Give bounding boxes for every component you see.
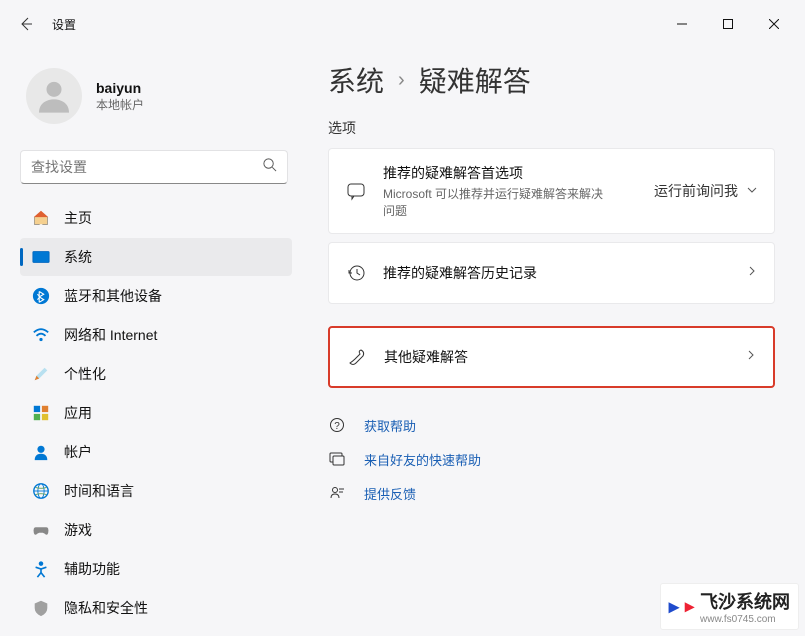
card-title: 推荐的疑难解答历史记录 xyxy=(383,263,730,283)
arrow-left-icon xyxy=(18,16,34,32)
search-box[interactable] xyxy=(20,150,288,184)
profile-subtitle: 本地帐户 xyxy=(96,96,144,113)
nav-label: 应用 xyxy=(64,403,92,423)
accessibility-icon xyxy=(32,560,50,578)
svg-text:?: ? xyxy=(334,421,340,432)
nav-system[interactable]: 系统 xyxy=(20,238,292,276)
shield-icon xyxy=(32,599,50,617)
bolt-icon-2: ▸ xyxy=(685,596,694,617)
brush-icon xyxy=(32,365,50,383)
nav-gaming[interactable]: 游戏 xyxy=(20,511,292,549)
card-title: 其他疑难解答 xyxy=(384,347,729,367)
feedback-icon xyxy=(328,484,346,502)
profile-text: baiyun 本地帐户 xyxy=(96,80,144,113)
nav-label: 网络和 Internet xyxy=(64,325,157,345)
nav-accounts[interactable]: 帐户 xyxy=(20,433,292,471)
card-desc: Microsoft 可以推荐并运行疑难解答来解决问题 xyxy=(383,185,613,219)
card-other-troubleshoot[interactable]: 其他疑难解答 xyxy=(328,326,775,388)
nav-label: 隐私和安全性 xyxy=(64,598,148,618)
help-icon: ? xyxy=(328,416,346,434)
wifi-icon xyxy=(32,326,50,344)
bolt-icon: ▸ xyxy=(669,594,679,619)
nav-label: 系统 xyxy=(64,247,92,267)
nav-label: 帐户 xyxy=(64,442,92,462)
sidebar: baiyun 本地帐户 主页 系统 蓝牙和其他设备 网络和 In xyxy=(0,48,308,636)
person-icon xyxy=(34,76,74,116)
minimize-icon xyxy=(677,19,687,29)
nav-home[interactable]: 主页 xyxy=(20,199,292,237)
close-button[interactable] xyxy=(751,8,797,40)
back-button[interactable] xyxy=(8,6,44,42)
search-input[interactable] xyxy=(31,159,262,175)
avatar xyxy=(26,68,82,124)
profile-name: baiyun xyxy=(96,80,144,96)
nav-bluetooth[interactable]: 蓝牙和其他设备 xyxy=(20,277,292,315)
nav-accessibility[interactable]: 辅助功能 xyxy=(20,550,292,588)
nav-privacy[interactable]: 隐私和安全性 xyxy=(20,589,292,627)
watermark: ▸ ▸ 飞沙系统网 www.fs0745.com xyxy=(660,583,799,630)
main-content: 系统 › 疑难解答 选项 推荐的疑难解答首选项 Microsoft 可以推荐并运… xyxy=(308,48,805,636)
close-icon xyxy=(769,19,779,29)
card-title: 推荐的疑难解答首选项 xyxy=(383,163,638,183)
minimize-button[interactable] xyxy=(659,8,705,40)
link-text: 来自好友的快速帮助 xyxy=(364,450,481,469)
system-icon xyxy=(32,248,50,266)
card-dropdown[interactable]: 运行前询问我 xyxy=(654,181,758,201)
screen-share-icon xyxy=(328,450,346,468)
apps-icon xyxy=(32,404,50,422)
dropdown-value: 运行前询问我 xyxy=(654,181,738,201)
wrench-icon xyxy=(346,346,368,368)
globe-icon xyxy=(32,482,50,500)
link-text: 获取帮助 xyxy=(364,416,416,435)
nav-label: 蓝牙和其他设备 xyxy=(64,286,162,306)
watermark-name: 飞沙系统网 xyxy=(700,592,790,612)
maximize-icon xyxy=(723,19,733,29)
link-quick-assist[interactable]: 来自好友的快速帮助 xyxy=(328,442,775,476)
search-icon xyxy=(262,157,277,177)
breadcrumb-parent[interactable]: 系统 xyxy=(328,60,384,100)
chevron-right-icon: › xyxy=(398,69,405,92)
nav-apps[interactable]: 应用 xyxy=(20,394,292,432)
maximize-button[interactable] xyxy=(705,8,751,40)
nav-label: 辅助功能 xyxy=(64,559,120,579)
chevron-right-icon xyxy=(745,348,757,366)
titlebar: 设置 xyxy=(0,0,805,48)
window-controls xyxy=(659,8,797,40)
link-get-help[interactable]: ? 获取帮助 xyxy=(328,408,775,442)
bluetooth-icon xyxy=(32,287,50,305)
link-feedback[interactable]: 提供反馈 xyxy=(328,476,775,510)
help-links: ? 获取帮助 来自好友的快速帮助 提供反馈 xyxy=(328,408,775,510)
nav-personalization[interactable]: 个性化 xyxy=(20,355,292,393)
card-text: 推荐的疑难解答首选项 Microsoft 可以推荐并运行疑难解答来解决问题 xyxy=(383,163,638,219)
nav-label: 个性化 xyxy=(64,364,106,384)
breadcrumb-current: 疑难解答 xyxy=(419,60,531,100)
section-label: 选项 xyxy=(328,118,775,138)
gamepad-icon xyxy=(32,521,50,539)
nav-time-language[interactable]: 时间和语言 xyxy=(20,472,292,510)
chevron-right-icon xyxy=(746,264,758,282)
nav-list: 主页 系统 蓝牙和其他设备 网络和 Internet 个性化 应用 xyxy=(20,198,308,636)
card-recommend-preferences[interactable]: 推荐的疑难解答首选项 Microsoft 可以推荐并运行疑难解答来解决问题 运行… xyxy=(328,148,775,234)
watermark-url: www.fs0745.com xyxy=(700,614,790,625)
card-text: 推荐的疑难解答历史记录 xyxy=(383,263,730,283)
chat-icon xyxy=(345,180,367,202)
nav-label: 主页 xyxy=(64,208,92,228)
window-title: 设置 xyxy=(52,16,76,33)
nav-label: 游戏 xyxy=(64,520,92,540)
home-icon xyxy=(32,209,50,227)
nav-network[interactable]: 网络和 Internet xyxy=(20,316,292,354)
account-icon xyxy=(32,443,50,461)
chevron-down-icon xyxy=(746,183,758,199)
history-icon xyxy=(345,262,367,284)
card-history[interactable]: 推荐的疑难解答历史记录 xyxy=(328,242,775,304)
profile-block[interactable]: baiyun 本地帐户 xyxy=(20,56,308,144)
card-text: 其他疑难解答 xyxy=(384,347,729,367)
link-text: 提供反馈 xyxy=(364,484,416,503)
breadcrumb: 系统 › 疑难解答 xyxy=(328,60,775,100)
nav-label: 时间和语言 xyxy=(64,481,134,501)
